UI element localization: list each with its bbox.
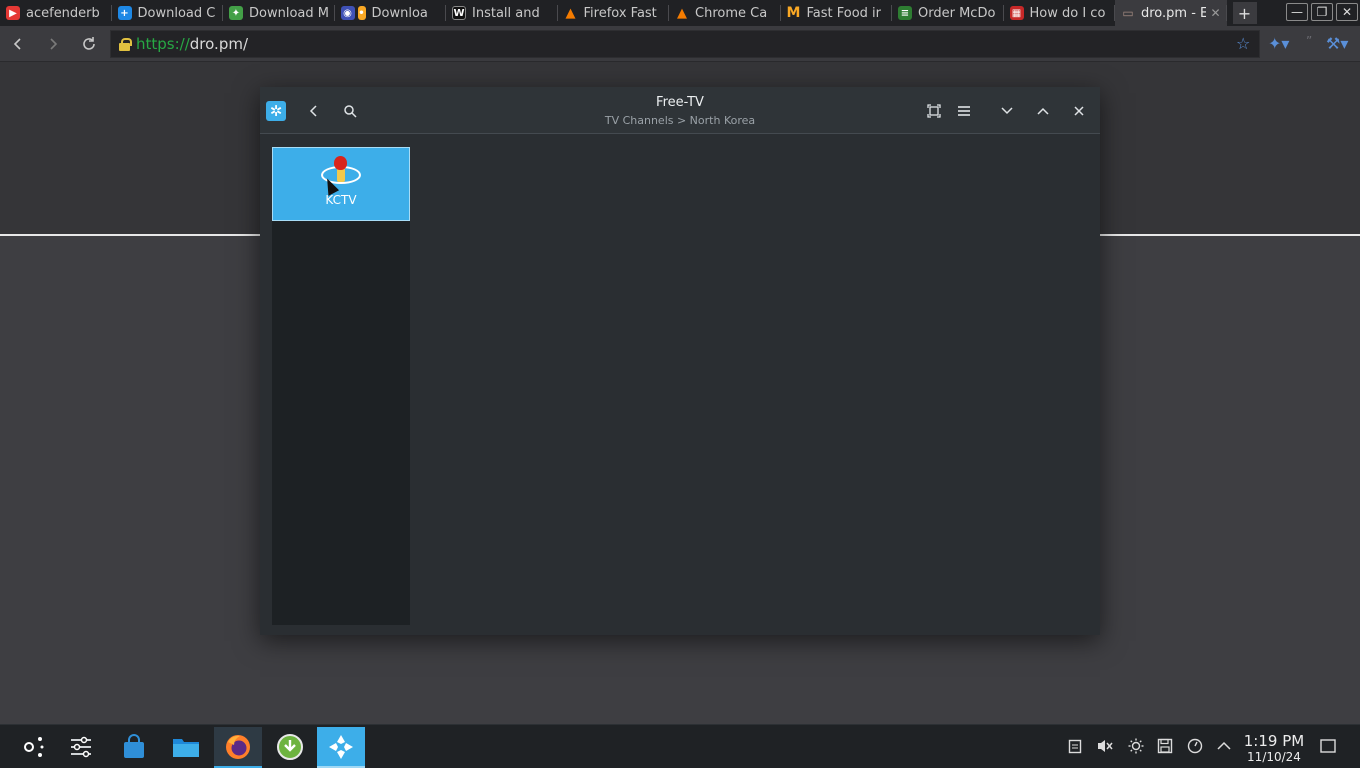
maximize-chevron-icon[interactable] — [1033, 101, 1053, 121]
settings-sliders-icon[interactable] — [64, 730, 98, 764]
folder-icon: ▭ — [1122, 6, 1134, 20]
url-host: dro.pm/ — [189, 35, 249, 53]
app-titlebar: ✲ Free-TV TV Channels > North Korea — [260, 87, 1100, 134]
download-manager-icon[interactable] — [273, 730, 307, 764]
browser-tab[interactable]: ✦ Download M — [223, 0, 335, 26]
tab-title: Order McDo — [918, 5, 996, 21]
window-controls: — ❐ ✕ — [1286, 3, 1358, 21]
browser-tab[interactable]: ◉ • Downloa — [335, 0, 447, 26]
bookmark-star-icon[interactable]: ☆ — [1236, 34, 1250, 53]
restore-button[interactable]: ❐ — [1311, 3, 1333, 21]
browser-tab[interactable]: ▶ acefenderb — [0, 0, 112, 26]
url-scheme: https:// — [136, 35, 190, 53]
green-star-icon: ✦ — [229, 6, 243, 20]
extension-icon[interactable]: ✦▾ — [1268, 34, 1289, 53]
show-desktop-icon[interactable] — [1319, 737, 1337, 755]
tab-title: Fast Food ir — [806, 5, 882, 21]
store-bag-icon[interactable] — [117, 730, 151, 764]
overflow-icon[interactable]: ” — [1306, 34, 1312, 48]
browser-tab[interactable]: W Install and — [446, 0, 558, 26]
url-input[interactable]: https:// dro.pm/ — [110, 30, 1260, 58]
menu-icon[interactable] — [954, 101, 974, 121]
channel-label: KCTV — [325, 193, 357, 207]
tab-title: acefenderb — [26, 5, 100, 21]
tab-title: Download C — [137, 5, 216, 21]
file-manager-icon[interactable] — [169, 730, 203, 764]
browser-tab[interactable]: ▲ Chrome Ca — [669, 0, 781, 26]
clock[interactable]: 1:19 PM 11/10/24 — [1238, 732, 1310, 764]
minimize-chevron-icon[interactable] — [997, 101, 1017, 121]
clipboard-icon[interactable] — [1066, 737, 1084, 755]
browser-tab[interactable]: ≡ Order McDo — [892, 0, 1004, 26]
minimize-button[interactable]: — — [1286, 3, 1308, 21]
sheet-icon: ≡ — [898, 6, 912, 20]
tray-expand-chevron-icon[interactable] — [1215, 737, 1233, 755]
mcdonalds-icon: M — [786, 5, 801, 21]
back-icon[interactable] — [8, 34, 28, 54]
gamepad-icon: ◉ — [340, 6, 355, 20]
save-disk-icon[interactable] — [1156, 737, 1174, 755]
tab-title: How do I co — [1029, 5, 1106, 21]
forward-icon[interactable] — [43, 34, 63, 54]
new-tab-button[interactable]: + — [1232, 2, 1257, 24]
app-launcher-icon[interactable] — [16, 730, 50, 764]
tab-title: dro.pm - E — [1141, 5, 1207, 21]
tab-title: Chrome Ca — [695, 5, 768, 21]
tab-title: Install and — [472, 5, 540, 21]
clock-time: 1:19 PM — [1243, 732, 1305, 750]
firefox-icon[interactable] — [214, 727, 262, 768]
brightness-icon[interactable] — [1127, 737, 1145, 755]
fullscreen-icon[interactable] — [924, 101, 944, 121]
power-gauge-icon[interactable] — [1186, 737, 1204, 755]
youtube-icon: ▶ — [6, 6, 20, 20]
browser-tab[interactable]: ▦ How do I co — [1004, 0, 1116, 26]
breadcrumb: TV Channels > North Korea — [604, 114, 756, 127]
app-title: Free-TV — [656, 95, 704, 110]
browser-tab[interactable]: + Download C — [112, 0, 224, 26]
close-tab-icon[interactable]: ✕ — [1210, 6, 1220, 20]
free-tv-taskbar-icon[interactable] — [317, 727, 365, 768]
browser-tab-strip: ▶ acefenderb + Download C ✦ Download M ◉… — [0, 0, 1360, 26]
browser-tab[interactable]: ▲ Firefox Fast — [558, 0, 670, 26]
volume-muted-icon[interactable] — [1096, 737, 1114, 755]
channel-tile-kctv[interactable]: KCTV — [272, 147, 410, 221]
taskbar: 1:19 PM 11/10/24 — [0, 724, 1360, 768]
wikihow-icon: W — [452, 6, 466, 20]
lock-icon — [119, 37, 132, 51]
close-icon[interactable] — [1069, 101, 1089, 121]
free-tv-window: ✲ Free-TV TV Channels > North Korea KCTV — [260, 87, 1100, 635]
flame-icon: • — [357, 6, 366, 20]
close-window-button[interactable]: ✕ — [1336, 3, 1358, 21]
tab-title: Firefox Fast — [583, 5, 657, 21]
vlc-cone-icon: ▲ — [677, 5, 687, 21]
browser-tab-active[interactable]: ▭ dro.pm - E ✕ — [1115, 0, 1227, 26]
wrench-menu-icon[interactable]: ⚒▾ — [1326, 34, 1348, 53]
calendar-icon: ▦ — [1009, 6, 1024, 20]
vlc-cone-icon: ▲ — [565, 5, 576, 21]
address-bar-row: https:// dro.pm/ ☆ ✦▾ ” ⚒▾ — [0, 26, 1360, 62]
tab-title: Downloa — [371, 5, 428, 21]
plus-icon: + — [117, 6, 132, 20]
browser-tab[interactable]: M Fast Food ir — [781, 0, 893, 26]
reload-icon[interactable] — [79, 34, 99, 54]
tab-title: Download M — [249, 5, 329, 21]
clock-date: 11/10/24 — [1247, 750, 1301, 764]
